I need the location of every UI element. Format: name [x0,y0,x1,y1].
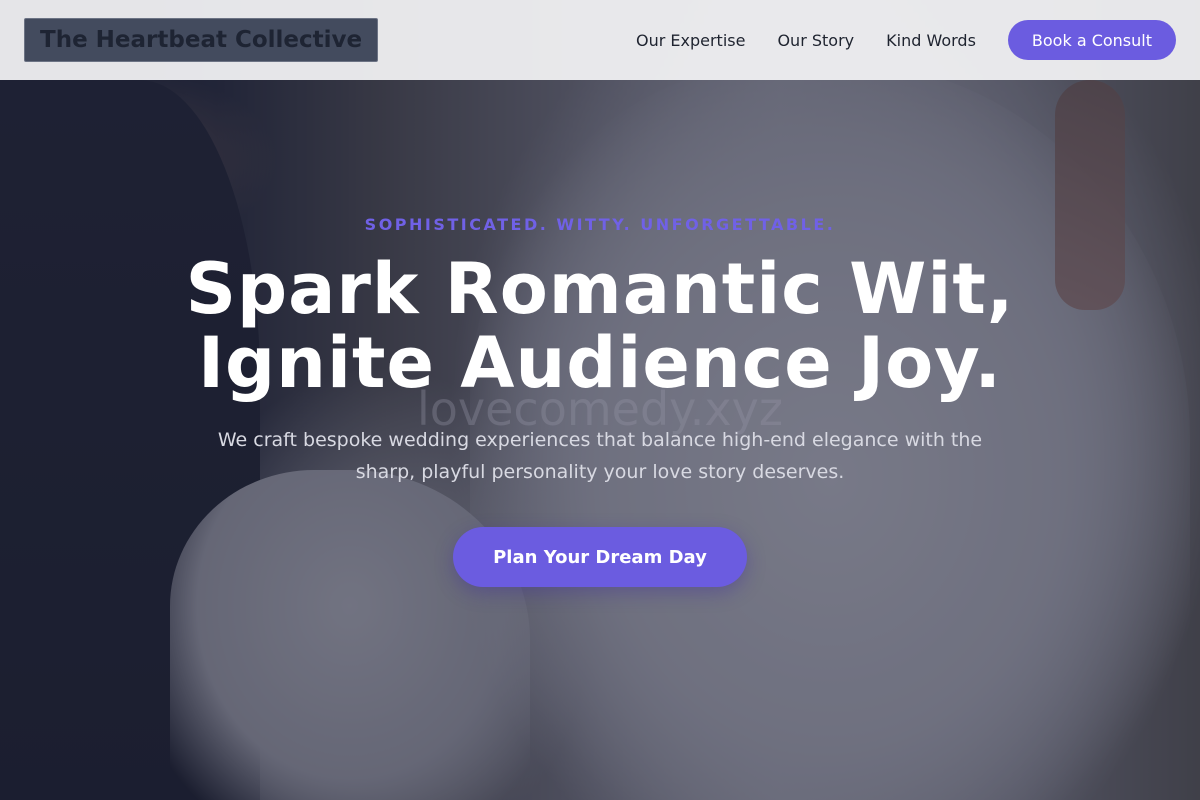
hero-section: SOPHISTICATED. WITTY. UNFORGETTABLE. lov… [0,0,1200,800]
hero-headline: Spark Romantic Wit, Ignite Audience Joy. [0,252,1200,400]
headline-line-1: Spark Romantic Wit, [185,248,1015,330]
plan-dream-day-button[interactable]: Plan Your Dream Day [453,527,747,587]
hero-eyebrow: SOPHISTICATED. WITTY. UNFORGETTABLE. [364,215,836,234]
headline-line-2: Ignite Audience Joy. [198,322,1002,404]
hero-subtext: We craft bespoke wedding experiences tha… [217,429,983,483]
